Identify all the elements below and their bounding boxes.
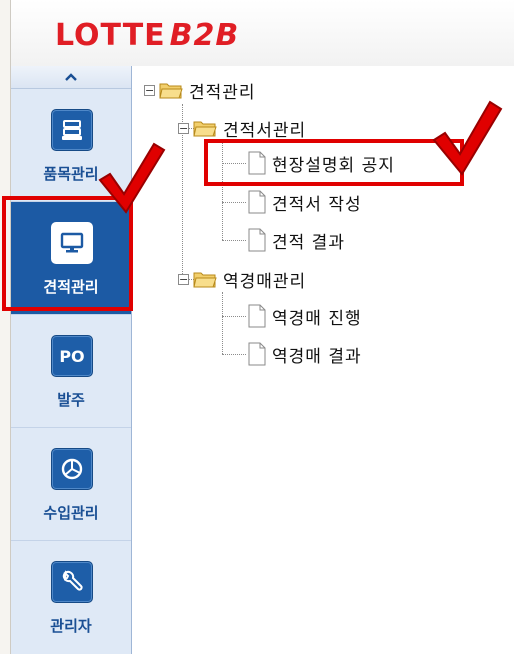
tree-node-label: 역경매관리 (223, 271, 307, 292)
sidebar: 품목관리 견적관리 PO 발주 수입관리 관리자 (11, 66, 132, 654)
tree-node-label: 견적관리 (189, 82, 256, 103)
document-icon (248, 190, 266, 214)
document-icon (248, 151, 266, 175)
tree-node-leaf[interactable]: 역경매 결과 (248, 340, 362, 368)
tree-node-label: 견적서관리 (223, 120, 307, 141)
sidebar-item-quote-management[interactable]: 견적관리 (11, 202, 131, 315)
tree-line (222, 240, 246, 241)
tree-node-label: 역경매 결과 (272, 346, 362, 367)
tree-node-leaf[interactable]: 역경매 진행 (248, 302, 362, 330)
tree-node-group[interactable]: − 역경매관리 (178, 265, 306, 293)
header: LOTTE B2B (11, 0, 514, 67)
box-stack-icon (51, 109, 93, 151)
sidebar-item-label: 품목관리 (43, 165, 99, 183)
document-icon (248, 342, 266, 366)
tree-node-group[interactable]: − 견적서관리 (178, 114, 306, 142)
tree-line (222, 316, 246, 317)
folder-open-icon (193, 121, 217, 137)
tree-node-leaf[interactable]: 현장설명회 공지 (248, 149, 395, 177)
window-edge (0, 0, 11, 654)
folder-open-icon (159, 83, 183, 99)
sidebar-item-label: 견적관리 (43, 278, 99, 296)
collapse-toggle[interactable]: − (178, 273, 189, 285)
sidebar-item-item-management[interactable]: 품목관리 (11, 89, 131, 202)
wrench-icon (51, 561, 93, 603)
sidebar-item-label: 발주 (57, 391, 85, 409)
tree-node-label: 현장설명회 공지 (272, 155, 395, 176)
tree-line (222, 292, 223, 354)
sidebar-item-admin[interactable]: 관리자 (11, 541, 131, 653)
monitor-icon (51, 222, 93, 264)
tree-node-label: 견적서 작성 (272, 194, 362, 215)
menu-tree: − 견적관리 − 견적서관리 현장설명회 공지 견적서 작성 견적 결과 − 역… (132, 66, 514, 654)
pie-chart-icon (51, 448, 93, 490)
po-icon: PO (51, 335, 93, 377)
sidebar-item-label: 수입관리 (43, 504, 99, 522)
tree-line (222, 202, 246, 203)
sidebar-item-import-management[interactable]: 수입관리 (11, 428, 131, 541)
collapse-toggle[interactable]: − (178, 122, 189, 134)
tree-line (222, 163, 246, 164)
lotte-b2b-logo[interactable]: LOTTE B2B (55, 18, 239, 53)
tree-node-label: 견적 결과 (272, 232, 345, 253)
tree-node-root[interactable]: − 견적관리 (144, 76, 256, 104)
sidebar-item-purchase-order[interactable]: PO 발주 (11, 315, 131, 428)
tree-node-leaf[interactable]: 견적 결과 (248, 226, 345, 254)
tree-node-leaf[interactable]: 견적서 작성 (248, 188, 362, 216)
folder-open-icon (193, 272, 217, 288)
sidebar-collapse-button[interactable] (11, 66, 131, 89)
sidebar-item-label: 관리자 (50, 617, 92, 635)
collapse-toggle[interactable]: − (144, 84, 155, 96)
logo-main: LOTTE (55, 18, 166, 53)
tree-line (222, 140, 223, 240)
app-window: LOTTE B2B 품목관리 견적관리 PO 발주 수입관리 관리자 − 견적관… (0, 0, 514, 654)
document-icon (248, 228, 266, 252)
tree-line (222, 354, 246, 355)
document-icon (248, 304, 266, 328)
logo-sub: B2B (169, 18, 240, 53)
tree-node-label: 역경매 진행 (272, 308, 362, 329)
chevron-up-icon (65, 73, 77, 81)
